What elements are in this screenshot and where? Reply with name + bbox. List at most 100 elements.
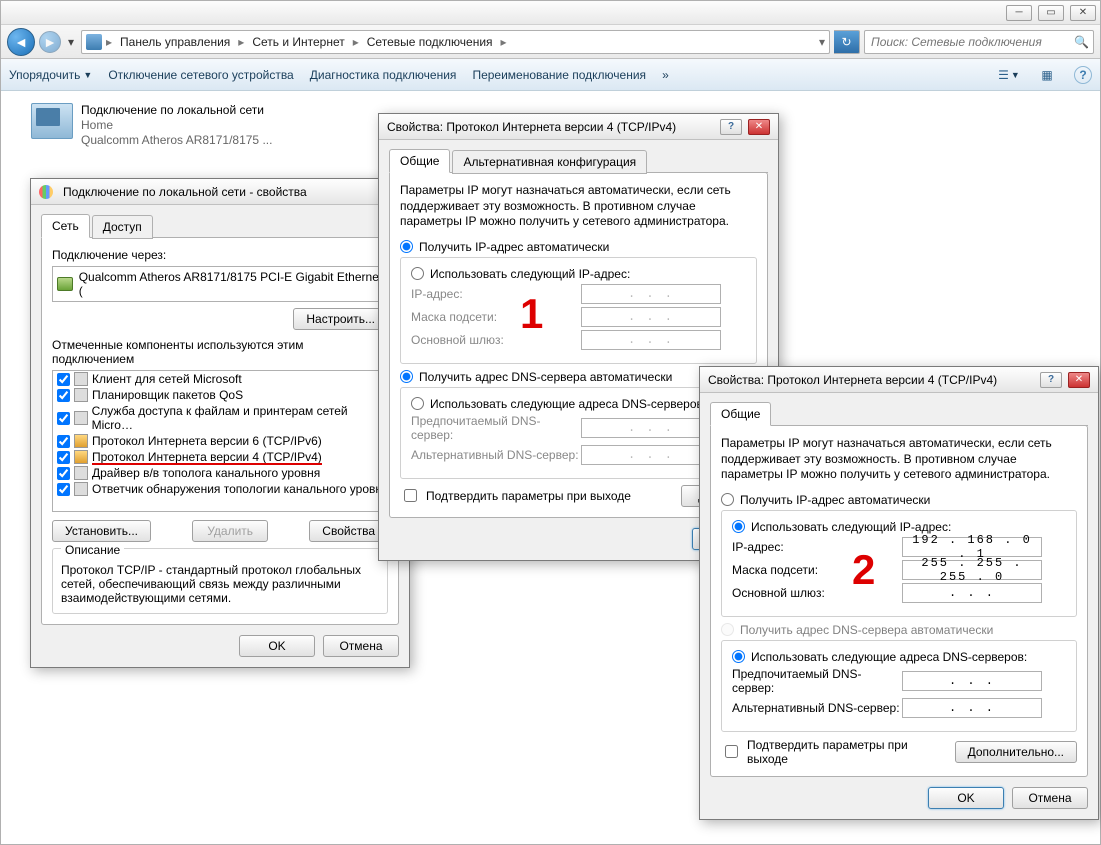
refresh-button[interactable]: ↻ xyxy=(834,30,860,54)
checkbox[interactable] xyxy=(57,389,70,402)
radio-manual-ip[interactable]: Использовать следующий IP-адрес: xyxy=(732,520,1066,534)
alt-dns-label: Альтернативный DNS-сервер: xyxy=(411,448,581,462)
install-button[interactable]: Установить... xyxy=(52,520,151,542)
dialog-title-bar[interactable]: Свойства: Протокол Интернета версии 4 (T… xyxy=(700,367,1098,393)
radio[interactable] xyxy=(411,267,424,280)
components-list[interactable]: Клиент для сетей Microsoft Планировщик п… xyxy=(52,370,388,512)
breadcrumb[interactable]: ▸ Панель управления ▸ Сеть и Интернет ▸ … xyxy=(81,30,830,54)
uninstall-button[interactable]: Удалить xyxy=(192,520,268,542)
chevron-right-icon: ▸ xyxy=(236,35,246,49)
checkbox[interactable] xyxy=(57,467,70,480)
ok-button[interactable]: OK xyxy=(928,787,1004,809)
list-item[interactable]: Протокол Интернета версии 6 (TCP/IPv6) xyxy=(53,433,387,449)
connection-status: Home xyxy=(81,118,272,132)
ip-input[interactable]: 192 . 168 . 0 . 1 xyxy=(902,537,1042,557)
breadcrumb-segment[interactable]: Сеть и Интернет xyxy=(248,35,348,49)
gateway-input[interactable]: . . . xyxy=(902,583,1042,603)
maximize-button[interactable]: ▭ xyxy=(1038,5,1064,21)
radio-auto-ip[interactable]: Получить IP-адрес автоматически xyxy=(400,240,757,254)
checkbox[interactable] xyxy=(57,373,70,386)
forward-button[interactable]: ► xyxy=(39,31,61,53)
adapter-name: Qualcomm Atheros AR8171/8175 PCI-E Gigab… xyxy=(79,270,383,298)
breadcrumb-segment[interactable]: Панель управления xyxy=(116,35,234,49)
radio[interactable] xyxy=(721,493,734,506)
address-bar: ◄ ► ▾ ▸ Панель управления ▸ Сеть и Интер… xyxy=(1,25,1100,59)
validate-checkbox[interactable] xyxy=(725,745,738,758)
ip-input[interactable]: . . . xyxy=(581,284,721,304)
cancel-button[interactable]: Отмена xyxy=(1012,787,1088,809)
dialog-title-bar[interactable]: Свойства: Протокол Интернета версии 4 (T… xyxy=(379,114,778,140)
alt-dns-input[interactable]: . . . xyxy=(902,698,1042,718)
list-item[interactable]: Планировщик пакетов QoS xyxy=(53,387,387,403)
search-box[interactable]: 🔍 xyxy=(864,30,1094,54)
breadcrumb-segment[interactable]: Сетевые подключения xyxy=(363,35,497,49)
tab-network[interactable]: Сеть xyxy=(41,214,90,238)
validate-checkbox[interactable] xyxy=(404,489,417,502)
chevron-right-icon: ▸ xyxy=(351,35,361,49)
configure-button[interactable]: Настроить... xyxy=(293,308,388,330)
list-item-ipv4[interactable]: Протокол Интернета версии 4 (TCP/IPv4) xyxy=(53,449,387,465)
list-item[interactable]: Драйвер в/в тополога канального уровня xyxy=(53,465,387,481)
preview-pane-icon[interactable]: ▦ xyxy=(1036,65,1058,85)
minimize-button[interactable]: ─ xyxy=(1006,5,1032,21)
dialog-title-bar[interactable]: Подключение по локальной сети - свойства xyxy=(31,179,409,205)
radio[interactable] xyxy=(732,520,745,533)
help-icon[interactable]: ? xyxy=(1074,66,1092,84)
chevron-down-icon[interactable]: ▾ xyxy=(819,35,825,49)
radio[interactable] xyxy=(400,240,413,253)
checkbox[interactable] xyxy=(57,435,70,448)
tab-alternate[interactable]: Альтернативная конфигурация xyxy=(452,150,647,174)
component-icon xyxy=(74,466,88,480)
close-button[interactable]: ✕ xyxy=(748,119,770,135)
tabs: Общие xyxy=(710,401,1088,426)
components-label: Отмеченные компоненты используются этим … xyxy=(52,338,388,366)
cancel-button[interactable]: Отмена xyxy=(323,635,399,657)
radio-manual-dns[interactable]: Использовать следующие адреса DNS-сервер… xyxy=(411,397,746,411)
radio-auto-dns[interactable]: Получить адрес DNS-сервера автоматически xyxy=(721,623,1077,637)
search-icon[interactable]: 🔍 xyxy=(1074,35,1089,49)
mask-input[interactable]: . . . xyxy=(581,307,721,327)
close-button[interactable]: ✕ xyxy=(1070,5,1096,21)
toolbar-organize[interactable]: Упорядочить▼ xyxy=(9,68,92,82)
network-icon xyxy=(39,185,53,199)
gateway-input[interactable]: . . . xyxy=(581,330,721,350)
radio-manual-dns[interactable]: Использовать следующие адреса DNS-сервер… xyxy=(732,650,1066,664)
search-input[interactable] xyxy=(869,34,1074,50)
radio-manual-ip[interactable]: Использовать следующий IP-адрес: xyxy=(411,267,746,281)
ok-button[interactable]: OK xyxy=(239,635,315,657)
list-item[interactable]: Ответчик обнаружения топологии канальног… xyxy=(53,481,387,497)
tab-general[interactable]: Общие xyxy=(389,149,450,173)
dialog-title: Свойства: Протокол Интернета версии 4 (T… xyxy=(387,120,714,134)
dialog-title: Свойства: Протокол Интернета версии 4 (T… xyxy=(708,373,1034,387)
toolbar-more[interactable]: » xyxy=(662,68,669,82)
titlebar: ─ ▭ ✕ xyxy=(1,1,1100,25)
toolbar-rename[interactable]: Переименование подключения xyxy=(472,68,646,82)
help-button[interactable]: ? xyxy=(1040,372,1062,388)
help-text: Параметры IP могут назначаться автоматич… xyxy=(400,183,757,230)
list-item[interactable]: Служба доступа к файлам и принтерам сете… xyxy=(53,403,387,433)
toolbar-diagnose[interactable]: Диагностика подключения xyxy=(310,68,457,82)
properties-button[interactable]: Свойства xyxy=(309,520,388,542)
list-item[interactable]: Клиент для сетей Microsoft xyxy=(53,371,387,387)
radio[interactable] xyxy=(400,370,413,383)
ip-label: IP-адрес: xyxy=(411,287,581,301)
tab-access[interactable]: Доступ xyxy=(92,215,153,239)
view-options-icon[interactable]: ☰▼ xyxy=(998,65,1020,85)
checkbox[interactable] xyxy=(57,483,70,496)
back-button[interactable]: ◄ xyxy=(7,28,35,56)
close-button[interactable]: ✕ xyxy=(1068,372,1090,388)
tab-general[interactable]: Общие xyxy=(710,402,771,426)
mask-input[interactable]: 255 . 255 . 255 . 0 xyxy=(902,560,1042,580)
mask-label: Маска подсети: xyxy=(732,563,902,577)
nav-history-dropdown[interactable]: ▾ xyxy=(65,32,77,52)
radio[interactable] xyxy=(411,397,424,410)
help-button[interactable]: ? xyxy=(720,119,742,135)
checkbox[interactable] xyxy=(57,412,70,425)
toolbar-disable[interactable]: Отключение сетевого устройства xyxy=(108,68,293,82)
pref-dns-label: Предпочитаемый DNS-сервер: xyxy=(732,667,902,695)
radio[interactable] xyxy=(732,650,745,663)
radio-auto-ip[interactable]: Получить IP-адрес автоматически xyxy=(721,493,1077,507)
checkbox[interactable] xyxy=(57,451,70,464)
pref-dns-input[interactable]: . . . xyxy=(902,671,1042,691)
advanced-button[interactable]: Дополнительно... xyxy=(955,741,1077,763)
